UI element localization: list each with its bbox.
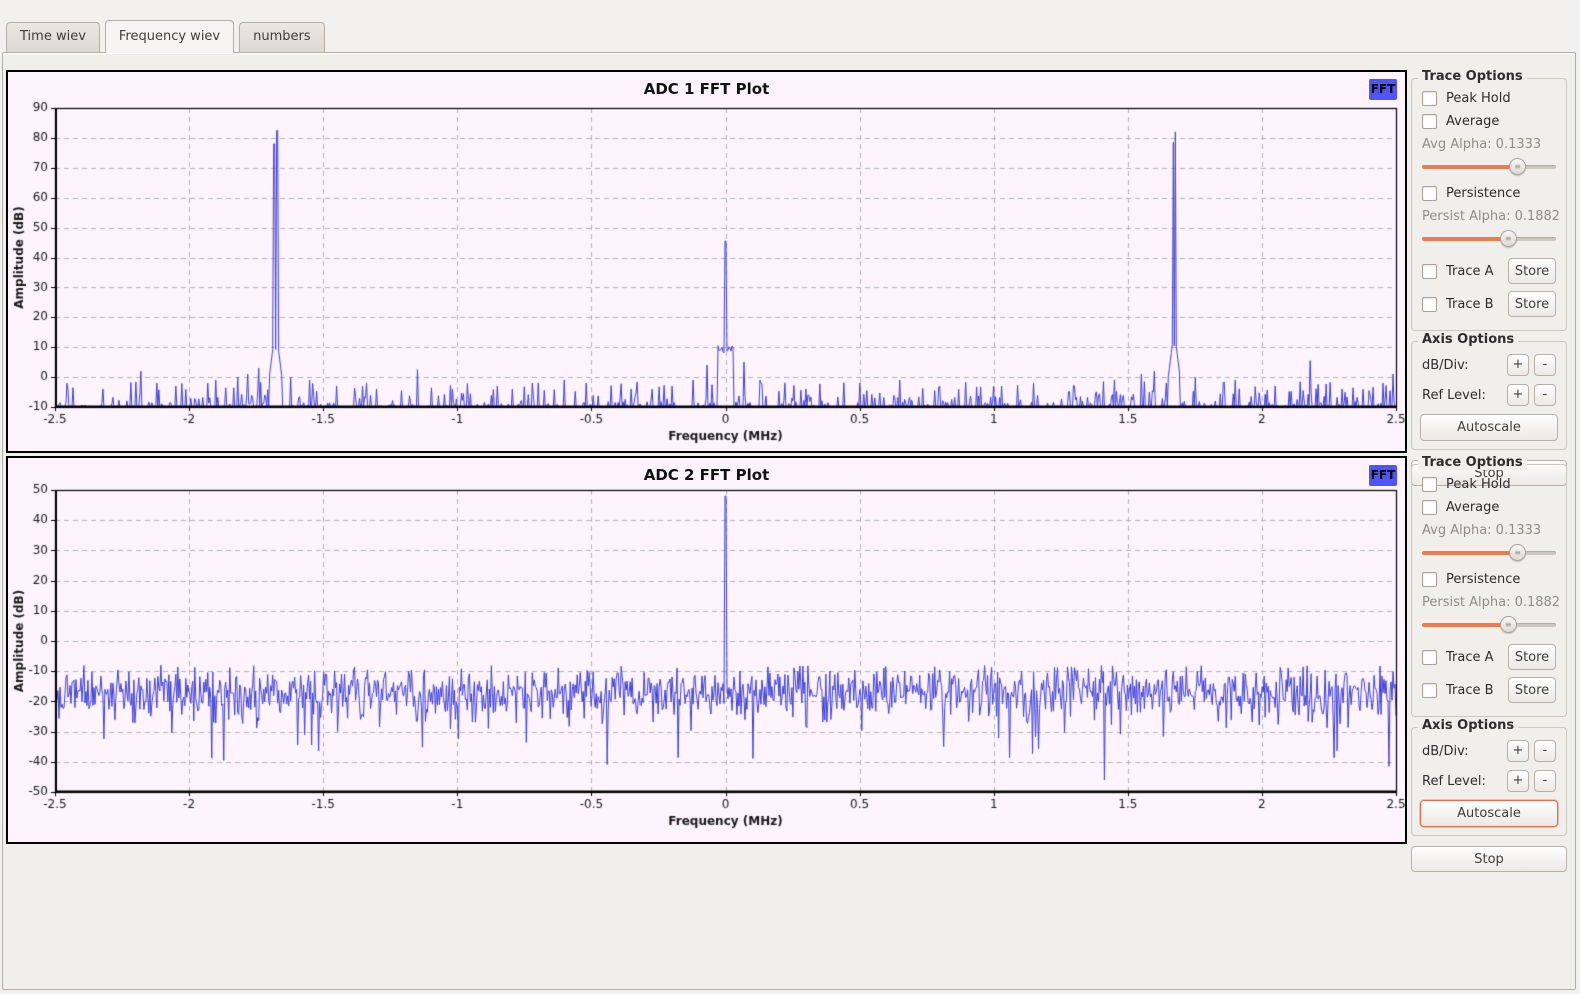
fft-badge: FFT (1369, 465, 1397, 486)
persist-alpha-label: Persist Alpha: 0.1882 (1422, 209, 1561, 224)
autoscale-button[interactable]: Autoscale (1420, 414, 1558, 441)
avg-alpha-label: Avg Alpha: 0.1333 (1422, 523, 1542, 538)
trace-b-row: Trace B Store (1422, 291, 1556, 317)
fft-badge: FFT (1369, 79, 1397, 100)
slider-fill (1422, 165, 1518, 169)
persist-alpha-slider[interactable]: ≡ (1422, 616, 1556, 634)
db-div-minus-button[interactable]: - (1534, 354, 1556, 376)
ref-level-minus-button[interactable]: - (1534, 384, 1556, 406)
db-div-row: dB/Div: + - (1422, 354, 1556, 376)
avg-alpha-slider[interactable]: ≡ (1422, 544, 1556, 562)
average-label: Average (1446, 114, 1500, 129)
ref-level-minus-button[interactable]: - (1534, 770, 1556, 792)
db-div-label: dB/Div: (1422, 357, 1469, 373)
tab-time-wiev[interactable]: Time wiev (6, 22, 100, 52)
store-trace-b-button[interactable]: Store (1508, 291, 1556, 317)
peak-hold-checkbox[interactable]: Peak Hold (1422, 477, 1558, 492)
ref-level-label: Ref Level: (1422, 773, 1486, 789)
slider-fill (1422, 551, 1518, 555)
tab-bar: Time wiev Frequency wiev numbers (0, 0, 1580, 53)
avg-alpha-label: Avg Alpha: 0.1333 (1422, 137, 1542, 152)
control-panel-adc2: Trace Options Peak Hold Average Avg Alph… (1407, 455, 1571, 872)
persistence-label: Persistence (1446, 572, 1521, 587)
db-div-plus-button[interactable]: + (1507, 354, 1529, 376)
ref-level-label: Ref Level: (1422, 387, 1486, 403)
persist-alpha-label: Persist Alpha: 0.1882 (1422, 595, 1561, 610)
slider-fill (1422, 237, 1508, 241)
control-panel-adc1: Trace Options Peak Hold Average Avg Alph… (1407, 69, 1571, 486)
persist-alpha-slider[interactable]: ≡ (1422, 230, 1556, 248)
slider-handle[interactable]: ≡ (1509, 158, 1527, 175)
axis-options-group: Axis Options dB/Div: + - Ref Level: + - … (1411, 332, 1567, 450)
trace-b-checkbox[interactable]: Trace B (1422, 296, 1494, 312)
trace-a-checkbox[interactable]: Trace A (1422, 649, 1494, 665)
checkbox-icon (1422, 91, 1437, 106)
slider-handle[interactable]: ≡ (1499, 616, 1517, 633)
slider-fill (1422, 623, 1508, 627)
ref-level-row: Ref Level: + - (1422, 770, 1556, 792)
checkbox-icon (1422, 263, 1437, 279)
checkbox-icon (1422, 572, 1437, 587)
ref-level-plus-button[interactable]: + (1507, 770, 1529, 792)
db-div-minus-button[interactable]: - (1534, 740, 1556, 762)
peak-hold-label: Peak Hold (1446, 91, 1511, 106)
checkbox-icon (1422, 296, 1437, 312)
average-checkbox[interactable]: Average (1422, 500, 1558, 515)
store-trace-a-button[interactable]: Store (1508, 644, 1556, 670)
trace-a-label: Trace A (1446, 263, 1494, 279)
trace-a-label: Trace A (1446, 649, 1494, 665)
checkbox-icon (1422, 682, 1437, 698)
axis-options-title: Axis Options (1418, 332, 1519, 347)
db-div-label: dB/Div: (1422, 743, 1469, 759)
db-div-plus-button[interactable]: + (1507, 740, 1529, 762)
checkbox-icon (1422, 186, 1437, 201)
trace-a-row: Trace A Store (1422, 644, 1556, 670)
axis-options-title: Axis Options (1418, 718, 1519, 733)
trace-b-label: Trace B (1446, 296, 1494, 312)
trace-a-checkbox[interactable]: Trace A (1422, 263, 1494, 279)
avg-alpha-slider[interactable]: ≡ (1422, 158, 1556, 176)
app-window: Time wiev Frequency wiev numbers ADC 1 F… (0, 0, 1580, 994)
trace-options-title: Trace Options (1418, 455, 1527, 470)
average-checkbox[interactable]: Average (1422, 114, 1558, 129)
persistence-label: Persistence (1446, 186, 1521, 201)
peak-hold-checkbox[interactable]: Peak Hold (1422, 91, 1558, 106)
peak-hold-label: Peak Hold (1446, 477, 1511, 492)
adc2-fft-plot: ADC 2 FFT Plot FFT (6, 456, 1407, 844)
stop-button[interactable]: Stop (1411, 846, 1567, 872)
persistence-checkbox[interactable]: Persistence (1422, 572, 1558, 587)
slider-handle[interactable]: ≡ (1509, 544, 1527, 561)
trace-options-group: Trace Options Peak Hold Average Avg Alph… (1411, 455, 1567, 717)
axis-options-group: Axis Options dB/Div: + - Ref Level: + - … (1411, 718, 1567, 836)
checkbox-icon (1422, 649, 1437, 665)
ref-level-row: Ref Level: + - (1422, 384, 1556, 406)
adc1-fft-canvas[interactable] (8, 72, 1405, 451)
trace-b-row: Trace B Store (1422, 677, 1556, 703)
trace-a-row: Trace A Store (1422, 258, 1556, 284)
store-trace-b-button[interactable]: Store (1508, 677, 1556, 703)
tab-numbers[interactable]: numbers (239, 22, 325, 52)
average-label: Average (1446, 500, 1500, 515)
trace-b-label: Trace B (1446, 682, 1494, 698)
checkbox-icon (1422, 114, 1437, 129)
checkbox-icon (1422, 500, 1437, 515)
slider-handle[interactable]: ≡ (1499, 230, 1517, 247)
store-trace-a-button[interactable]: Store (1508, 258, 1556, 284)
db-div-row: dB/Div: + - (1422, 740, 1556, 762)
ref-level-plus-button[interactable]: + (1507, 384, 1529, 406)
frequency-view-page: ADC 1 FFT Plot FFT Trace Options Peak Ho… (2, 52, 1576, 990)
checkbox-icon (1422, 477, 1437, 492)
trace-b-checkbox[interactable]: Trace B (1422, 682, 1494, 698)
adc1-fft-plot: ADC 1 FFT Plot FFT (6, 70, 1407, 453)
trace-options-group: Trace Options Peak Hold Average Avg Alph… (1411, 69, 1567, 331)
adc2-fft-canvas[interactable] (8, 458, 1405, 842)
trace-options-title: Trace Options (1418, 69, 1527, 84)
autoscale-button[interactable]: Autoscale (1420, 800, 1558, 827)
plot-title-adc1: ADC 1 FFT Plot (643, 80, 770, 98)
persistence-checkbox[interactable]: Persistence (1422, 186, 1558, 201)
tab-frequency-wiev[interactable]: Frequency wiev (104, 20, 235, 53)
plot-title-adc2: ADC 2 FFT Plot (643, 466, 770, 484)
